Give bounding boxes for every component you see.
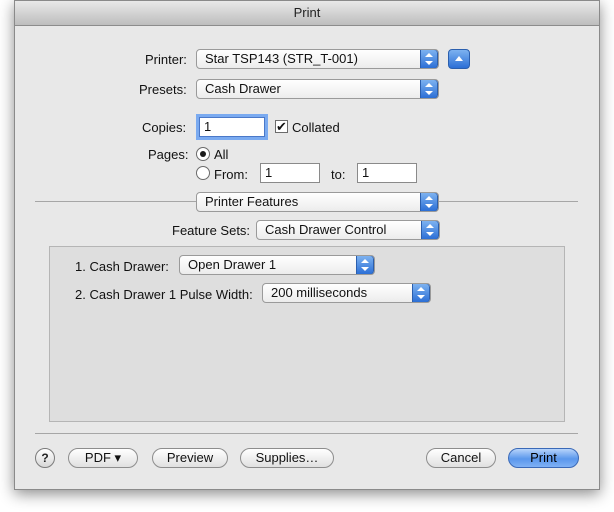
supplies-button[interactable]: Supplies…	[240, 448, 334, 468]
footer-separator	[35, 433, 578, 434]
cash-drawer-popup[interactable]: Open Drawer 1	[179, 255, 375, 275]
copies-field[interactable]: 1	[199, 117, 265, 137]
presets-popup[interactable]: Cash Drawer	[196, 79, 439, 99]
printer-label: Printer:	[145, 52, 187, 67]
cash-drawer-value: Open Drawer 1	[188, 257, 277, 272]
section-popup-value: Printer Features	[205, 194, 299, 209]
window-title: Print	[15, 1, 599, 26]
pulse-width-label: 2. Cash Drawer 1 Pulse Width:	[75, 287, 253, 302]
pages-all-radio[interactable]	[196, 147, 210, 161]
section-popup[interactable]: Printer Features	[196, 192, 439, 212]
print-button[interactable]: Print	[508, 448, 579, 468]
popup-arrows-icon	[356, 256, 374, 274]
printer-popup[interactable]: Star TSP143 (STR_T-001)	[196, 49, 439, 69]
pdf-button[interactable]: PDF ▾	[68, 448, 138, 468]
disclosure-triangle-icon[interactable]	[448, 49, 470, 69]
collated-label: Collated	[292, 120, 340, 135]
presets-label: Presets:	[139, 82, 187, 97]
popup-arrows-icon	[420, 193, 438, 211]
collated-checkbox[interactable]: ✔	[275, 120, 288, 133]
print-dialog: Print Printer: Star TSP143 (STR_T-001) P…	[14, 0, 600, 490]
presets-value: Cash Drawer	[205, 81, 281, 96]
printer-value: Star TSP143 (STR_T-001)	[205, 51, 358, 66]
pages-from-field[interactable]: 1	[260, 163, 320, 183]
popup-arrows-icon	[421, 221, 439, 239]
popup-arrows-icon	[412, 284, 430, 302]
cash-drawer-label: 1. Cash Drawer:	[75, 259, 169, 274]
feature-sets-label: Feature Sets:	[172, 223, 251, 238]
pages-from-label: From:	[214, 167, 248, 182]
copies-label: Copies:	[142, 120, 187, 135]
pages-to-field[interactable]: 1	[357, 163, 417, 183]
preview-button[interactable]: Preview	[152, 448, 228, 468]
popup-arrows-icon	[420, 50, 438, 68]
cancel-button[interactable]: Cancel	[426, 448, 496, 468]
pulse-width-value: 200 milliseconds	[271, 285, 368, 300]
pulse-width-popup[interactable]: 200 milliseconds	[262, 283, 431, 303]
pages-to-label: to:	[331, 167, 346, 182]
pages-all-label: All	[214, 147, 229, 162]
pages-from-radio[interactable]	[196, 166, 210, 180]
help-button[interactable]: ?	[35, 448, 55, 468]
feature-sets-popup[interactable]: Cash Drawer Control	[256, 220, 440, 240]
popup-arrows-icon	[420, 80, 438, 98]
pages-label: Pages:	[148, 147, 189, 162]
feature-sets-value: Cash Drawer Control	[265, 222, 387, 237]
